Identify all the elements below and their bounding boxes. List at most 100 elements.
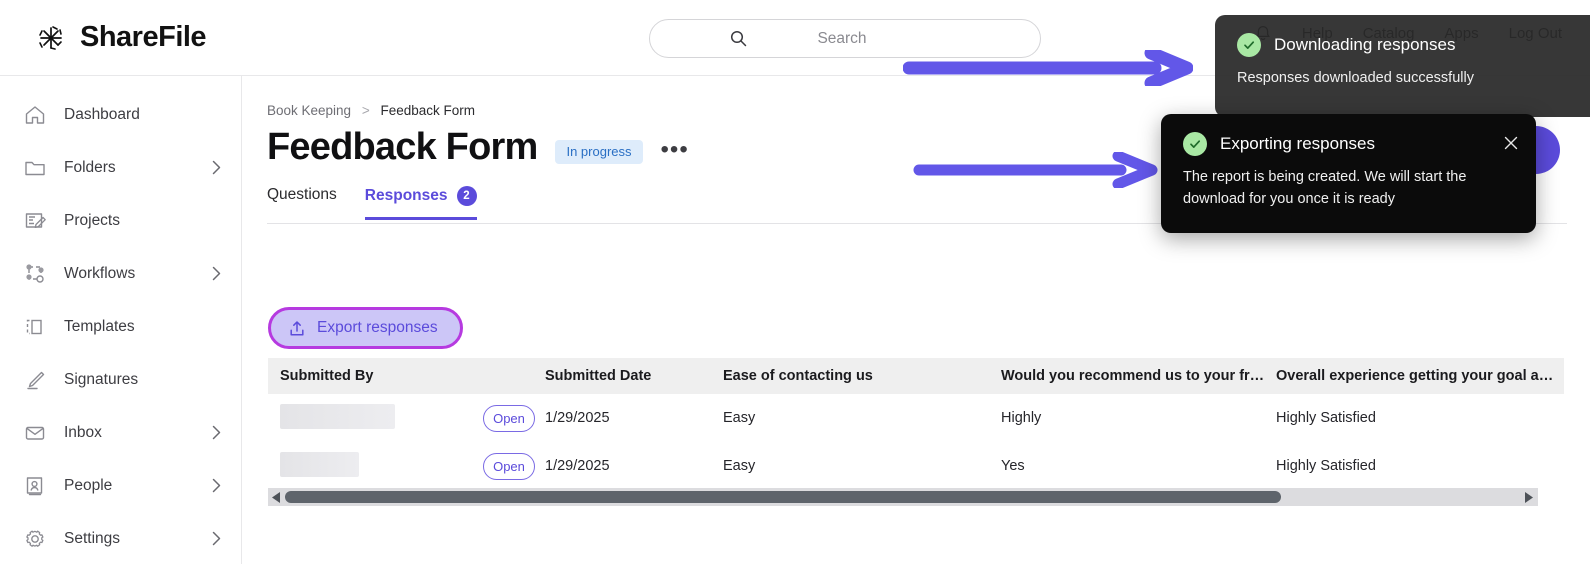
column-header-overall-experience[interactable]: Overall experience getting your goal a… — [1276, 358, 1564, 394]
chevron-right-icon — [212, 425, 221, 440]
sidebar-item-label: Projects — [64, 211, 120, 229]
annotation-arrow-top — [902, 46, 1194, 91]
page-title: Feedback Form — [267, 126, 538, 168]
sidebar-item-dashboard[interactable]: Dashboard — [0, 88, 241, 141]
cell-overall-experience: Highly Satisfied — [1276, 410, 1376, 426]
sidebar: Dashboard Folders Projects Workflows Tem… — [0, 76, 242, 564]
table-body: Open 1/29/2025 Easy Highly Highly Satisf… — [268, 394, 1564, 490]
more-options-button[interactable]: ••• — [661, 137, 689, 161]
redacted-name-block — [280, 403, 395, 429]
cell-submitted-by — [268, 394, 483, 442]
sidebar-item-label: Folders — [64, 158, 116, 176]
status-badge: In progress — [555, 139, 643, 164]
tab-label: Responses — [364, 187, 448, 204]
chevron-right-icon — [212, 531, 221, 546]
brand-name: ShareFile — [80, 21, 207, 53]
cell-submitted-date: 1/29/2025 — [545, 458, 610, 474]
table-head: Submitted By Submitted Date Ease of cont… — [268, 358, 1564, 394]
toast-body: The report is being created. We will sta… — [1183, 169, 1467, 208]
breadcrumb-current: Feedback Form — [380, 103, 476, 118]
app-root: ShareFile Search Help Catalog Apps Log O… — [0, 0, 1590, 564]
breadcrumb-parent[interactable]: Book Keeping — [267, 103, 351, 118]
sidebar-item-label: Workflows — [64, 264, 136, 282]
tab-questions[interactable]: Questions — [267, 186, 337, 215]
column-header-ease-of-contacting-us[interactable]: Ease of contacting us — [723, 358, 1001, 394]
chevron-right-icon — [212, 266, 221, 281]
home-icon — [22, 102, 48, 128]
responses-table: Submitted By Submitted Date Ease of cont… — [268, 358, 1564, 490]
sidebar-item-settings[interactable]: Settings — [0, 512, 241, 564]
sidebar-item-label: Inbox — [64, 423, 102, 441]
templates-icon — [22, 314, 48, 340]
chevron-right-icon — [212, 160, 221, 175]
check-circle-icon — [1237, 33, 1261, 57]
sharefile-starburst-icon — [36, 23, 66, 53]
toast-title: Downloading responses — [1274, 35, 1456, 54]
triangle-right-icon[interactable] — [1521, 488, 1538, 506]
search-icon — [730, 30, 747, 47]
search-input-placeholder[interactable]: Search — [650, 30, 1040, 48]
toast-header: Downloading responses — [1237, 33, 1590, 57]
horizontal-scrollbar[interactable] — [268, 488, 1538, 506]
cell-would-you-recommend: Highly — [1001, 410, 1042, 426]
projects-icon — [22, 208, 48, 234]
sidebar-item-inbox[interactable]: Inbox — [0, 406, 241, 459]
toast-downloading-responses: Downloading responses Responses download… — [1215, 15, 1590, 117]
sidebar-item-label: Settings — [64, 529, 121, 547]
sidebar-item-projects[interactable]: Projects — [0, 194, 241, 247]
export-responses-label: Export responses — [317, 319, 438, 336]
table-header-row: Submitted By Submitted Date Ease of cont… — [268, 358, 1564, 394]
sidebar-item-templates[interactable]: Templates — [0, 300, 241, 353]
column-header-open — [483, 358, 545, 394]
breadcrumb: Book Keeping > Feedback Form — [267, 103, 475, 118]
brand[interactable]: ShareFile — [0, 21, 242, 54]
cell-open-action: Open — [483, 394, 545, 442]
sidebar-item-label: People — [64, 476, 113, 494]
cell-ease-of-contacting-us: Easy — [723, 458, 756, 474]
title-row: Feedback Form In progress ••• — [267, 126, 689, 169]
people-icon — [22, 473, 48, 499]
breadcrumb-separator: > — [361, 103, 370, 118]
close-icon[interactable] — [1502, 134, 1520, 152]
responses-table-wrapper: Submitted By Submitted Date Ease of cont… — [268, 358, 1564, 490]
sidebar-item-label: Dashboard — [64, 105, 140, 123]
sidebar-item-label: Templates — [64, 317, 135, 335]
scrollbar-track[interactable] — [285, 488, 1521, 506]
sidebar-item-signatures[interactable]: Signatures — [0, 353, 241, 406]
column-header-submitted-by[interactable]: Submitted By — [268, 358, 483, 394]
triangle-left-icon[interactable] — [268, 488, 285, 506]
open-response-button[interactable]: Open — [483, 452, 535, 480]
cell-open-action: Open — [483, 442, 545, 490]
check-circle-icon — [1183, 132, 1207, 156]
upload-icon — [289, 320, 305, 337]
sidebar-item-folders[interactable]: Folders — [0, 141, 241, 194]
open-response-button[interactable]: Open — [483, 404, 535, 432]
column-header-would-you-recommend[interactable]: Would you recommend us to your frie… — [1001, 358, 1276, 394]
folder-icon — [22, 155, 48, 181]
tab-label: Questions — [267, 186, 337, 203]
toast-header: Exporting responses — [1183, 132, 1514, 156]
workflows-icon — [22, 261, 48, 287]
cell-submitted-by — [268, 442, 483, 490]
scrollbar-thumb[interactable] — [285, 491, 1281, 503]
signature-icon — [22, 367, 48, 393]
chevron-right-icon — [212, 478, 221, 493]
sidebar-item-people[interactable]: People — [0, 459, 241, 512]
cell-submitted-date: 1/29/2025 — [545, 410, 610, 426]
table-row[interactable]: Open 1/29/2025 Easy Highly Highly Satisf… — [268, 394, 1564, 442]
toast-title: Exporting responses — [1220, 134, 1375, 153]
toast-body: Responses downloaded successfully — [1237, 70, 1474, 86]
column-header-submitted-date[interactable]: Submitted Date — [545, 358, 723, 394]
toast-exporting-responses: Exporting responses The report is being … — [1161, 114, 1536, 233]
gear-icon — [22, 526, 48, 552]
cell-ease-of-contacting-us: Easy — [723, 410, 756, 426]
cell-would-you-recommend: Yes — [1001, 458, 1025, 474]
redacted-name-block — [280, 451, 359, 477]
tab-responses-count-badge: 2 — [456, 186, 477, 206]
tab-responses[interactable]: Responses 2 — [364, 186, 477, 220]
export-responses-button[interactable]: Export responses — [268, 307, 463, 349]
annotation-arrow-bottom — [913, 150, 1158, 193]
table-row[interactable]: Open 1/29/2025 Easy Yes Highly Satisfied — [268, 442, 1564, 490]
envelope-icon — [22, 420, 48, 446]
sidebar-item-workflows[interactable]: Workflows — [0, 247, 241, 300]
